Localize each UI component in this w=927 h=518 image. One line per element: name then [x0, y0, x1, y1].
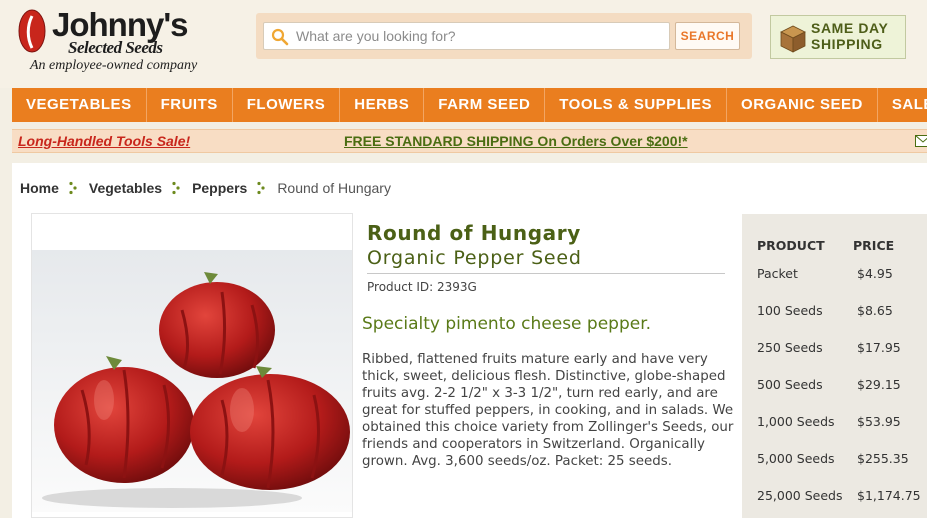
crumb-separator-icon: [69, 181, 77, 195]
same-day-line-1: SAME DAY: [811, 20, 889, 36]
breadcrumb-vegetables[interactable]: Vegetables: [89, 180, 162, 196]
breadcrumb-home[interactable]: Home: [20, 180, 59, 196]
title-divider: [367, 273, 725, 274]
price-row-price: $4.95: [857, 266, 893, 281]
search-icon: [271, 28, 289, 46]
price-row[interactable]: 25,000 Seeds $1,174.75: [742, 488, 927, 518]
box-icon: [780, 25, 806, 53]
nav-item-fruits[interactable]: FRUITS: [147, 88, 233, 122]
nav-item-flowers[interactable]: FLOWERS: [233, 88, 341, 122]
product-description: Ribbed, flattened fruits mature early an…: [362, 352, 734, 469]
nav-item-herbs[interactable]: HERBS: [340, 88, 425, 122]
price-row-size: 250 Seeds: [757, 340, 823, 355]
product-image-frame[interactable]: [31, 213, 353, 518]
nav-item-sale[interactable]: SALE: [878, 88, 927, 122]
promo-bar: Long-Handled Tools Sale! FREE STANDARD S…: [12, 129, 927, 153]
price-row-price: $8.65: [857, 303, 893, 318]
mail-icon[interactable]: [915, 135, 927, 147]
price-row-price: $17.95: [857, 340, 901, 355]
price-row[interactable]: Packet $4.95: [742, 266, 927, 303]
same-day-line-2: SHIPPING: [811, 36, 883, 52]
product-subtitle: Organic Pepper Seed: [367, 247, 582, 269]
price-row-price: $255.35: [857, 451, 909, 466]
johnnys-logo[interactable]: Johnny's Selected Seeds An employee-owne…: [14, 6, 234, 78]
price-row-price: $1,174.75: [857, 488, 921, 503]
breadcrumb: Home Vegetables Peppers Round of Hungary: [20, 179, 391, 197]
product-id: Product ID: 2393G: [367, 280, 477, 294]
promo-shipping-link[interactable]: FREE STANDARD SHIPPING On Orders Over $2…: [344, 133, 688, 149]
main-nav: VEGETABLES FRUITS FLOWERS HERBS FARM SEE…: [12, 88, 927, 122]
price-row[interactable]: 500 Seeds $29.15: [742, 377, 927, 414]
search-bar: SEARCH: [256, 13, 752, 59]
price-row[interactable]: 100 Seeds $8.65: [742, 303, 927, 340]
price-row-price: $29.15: [857, 377, 901, 392]
product-title: Round of Hungary: [367, 221, 581, 245]
search-input[interactable]: [263, 22, 670, 50]
johnnys-logo-icon: [18, 9, 46, 53]
nav-item-vegetables[interactable]: VEGETABLES: [12, 88, 147, 122]
product-content: Home Vegetables Peppers Round of Hungary: [12, 163, 927, 518]
logo-subname: Selected Seeds: [68, 38, 163, 57]
price-row-size: 1,000 Seeds: [757, 414, 835, 429]
promo-sale-link[interactable]: Long-Handled Tools Sale!: [18, 133, 190, 149]
price-row-size: 500 Seeds: [757, 377, 823, 392]
price-table: PRODUCT PRICE Packet $4.95 100 Seeds $8.…: [742, 214, 927, 518]
price-row[interactable]: 5,000 Seeds $255.35: [742, 451, 927, 488]
price-row-price: $53.95: [857, 414, 901, 429]
price-row-size: 25,000 Seeds: [757, 488, 843, 503]
price-row-size: 5,000 Seeds: [757, 451, 835, 466]
price-row[interactable]: 1,000 Seeds $53.95: [742, 414, 927, 451]
price-row-size: Packet: [757, 266, 798, 281]
price-row-size: 100 Seeds: [757, 303, 823, 318]
logo-tagline: An employee-owned company: [30, 58, 198, 73]
product-headline: Specialty pimento cheese pepper.: [362, 314, 652, 334]
price-table-header-product: PRODUCT: [757, 238, 825, 253]
breadcrumb-current: Round of Hungary: [277, 180, 391, 196]
search-button[interactable]: SEARCH: [675, 22, 740, 50]
same-day-shipping-badge[interactable]: SAME DAY SHIPPING: [770, 15, 906, 59]
breadcrumb-peppers[interactable]: Peppers: [192, 180, 247, 196]
nav-item-organic-seed[interactable]: ORGANIC SEED: [727, 88, 878, 122]
crumb-separator-icon: [172, 181, 180, 195]
site-header: Johnny's Selected Seeds An employee-owne…: [0, 0, 927, 88]
nav-item-tools-supplies[interactable]: TOOLS & SUPPLIES: [545, 88, 728, 122]
crumb-separator-icon: [257, 181, 265, 195]
same-day-shipping-text: SAME DAY SHIPPING: [811, 20, 903, 52]
price-row[interactable]: 250 Seeds $17.95: [742, 340, 927, 377]
product-photo: [32, 250, 352, 512]
nav-item-farm-seed[interactable]: FARM SEED: [424, 88, 546, 122]
price-table-header-price: PRICE: [853, 238, 895, 253]
